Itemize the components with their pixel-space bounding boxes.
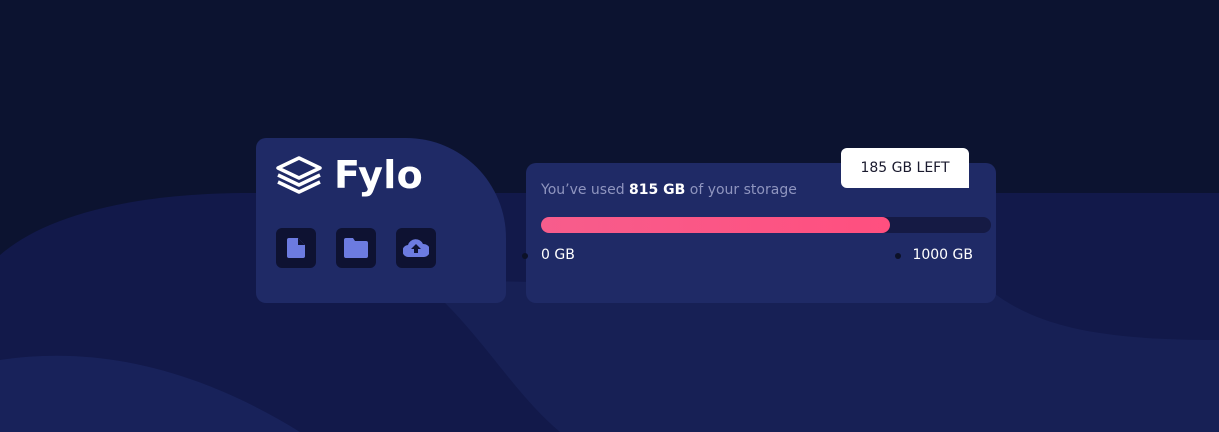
folder-button[interactable] bbox=[336, 228, 376, 268]
storage-bar-fill bbox=[541, 217, 891, 233]
layers-icon bbox=[276, 156, 322, 194]
remaining-badge: 185 GB LEFT bbox=[841, 148, 969, 188]
usage-prefix: You’ve used bbox=[541, 182, 630, 198]
folder-icon bbox=[344, 238, 368, 258]
usage-text: You’ve used 815 GB of your storage bbox=[541, 182, 797, 198]
max-tick-dot bbox=[895, 253, 901, 259]
storage-bar-track bbox=[541, 217, 991, 233]
upload-button[interactable] bbox=[396, 228, 436, 268]
action-icons bbox=[276, 228, 436, 268]
cloud-upload-icon bbox=[403, 239, 429, 257]
document-icon bbox=[287, 238, 305, 258]
usage-suffix: of your storage bbox=[685, 182, 797, 198]
min-tick-dot bbox=[522, 253, 528, 259]
used-amount: 815 GB bbox=[629, 182, 686, 198]
logo: Fylo bbox=[276, 156, 423, 194]
brand-card: Fylo bbox=[256, 138, 506, 303]
brand-name: Fylo bbox=[334, 153, 423, 197]
max-capacity-label: 1000 GB bbox=[912, 247, 973, 263]
document-button[interactable] bbox=[276, 228, 316, 268]
min-capacity-label: 0 GB bbox=[541, 247, 575, 263]
